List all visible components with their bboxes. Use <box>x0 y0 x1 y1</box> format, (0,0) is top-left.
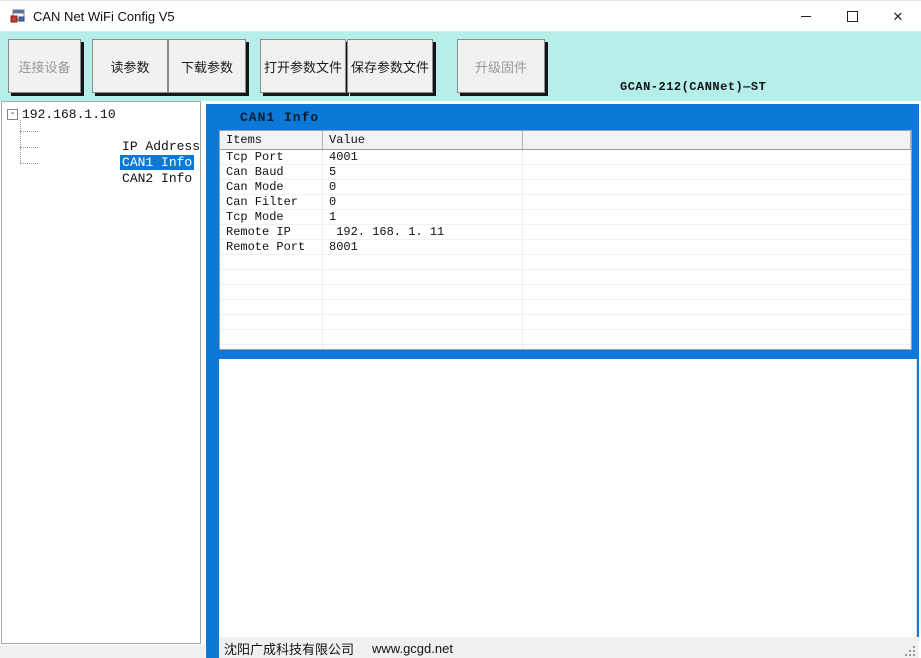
left-status-strip <box>0 645 205 658</box>
download-params-button[interactable]: 下载参数 <box>168 39 246 93</box>
table-row[interactable]: Tcp Mode 1 <box>220 210 911 225</box>
tree-item-ip-address-info[interactable]: IP Address Info <box>15 123 200 154</box>
table-row[interactable]: Tcp Port 4001 <box>220 150 911 165</box>
empty-table-row <box>220 285 911 300</box>
tree-item-can1-info[interactable]: CAN1 Info <box>15 139 200 170</box>
table-row[interactable]: Can Baud 5 <box>220 165 911 180</box>
status-website: www.gcgd.net <box>372 640 453 656</box>
empty-table-row <box>220 270 911 285</box>
empty-table-row <box>220 300 911 315</box>
connect-device-button[interactable]: 连接设备 <box>8 39 81 93</box>
empty-table-row <box>220 345 911 349</box>
upgrade-firmware-button[interactable]: 升级固件 <box>457 39 545 93</box>
window-title: CAN Net WiFi Config V5 <box>33 8 175 24</box>
window-controls: ✕ <box>783 1 921 31</box>
device-model: GCAN-212(CANNet)—ST <box>620 80 767 94</box>
table-row[interactable]: Can Mode 0 <box>220 180 911 195</box>
table-row[interactable]: Remote IP 192. 168. 1. 11 <box>220 225 911 240</box>
device-tree-panel: - 192.168.1.10 IP Address Info CAN1 Info… <box>1 101 201 644</box>
app-icon <box>10 9 25 23</box>
panel-title: CAN1 Info <box>240 110 320 125</box>
message-panel <box>219 359 917 637</box>
toolbar: 连接设备 读参数 下载参数 打开参数文件 保存参数文件 升级固件 GCAN-21… <box>0 32 921 184</box>
tree-root-device[interactable]: - 192.168.1.10 <box>7 106 200 122</box>
device-tree: - 192.168.1.10 IP Address Info CAN1 Info… <box>2 102 200 186</box>
table-row[interactable]: Remote Port 8001 <box>220 240 911 255</box>
empty-table-row <box>220 255 911 270</box>
listview-header: Items Value <box>220 131 911 150</box>
empty-table-row <box>220 330 911 345</box>
column-header-rest[interactable] <box>523 131 911 149</box>
maximize-icon <box>846 10 858 22</box>
open-params-file-button[interactable]: 打开参数文件 <box>260 39 346 93</box>
tree-item-can2-info[interactable]: CAN2 Info <box>15 155 200 186</box>
empty-table-row <box>220 315 911 330</box>
config-panel: CAN1 Info Items Value Tcp Port 4001 Can … <box>206 104 919 658</box>
collapse-icon[interactable]: - <box>7 108 18 120</box>
title-bar: CAN Net WiFi Config V5 ✕ <box>0 1 921 32</box>
maximize-button[interactable] <box>829 1 875 31</box>
save-params-file-button[interactable]: 保存参数文件 <box>347 39 433 93</box>
app-window: CAN Net WiFi Config V5 ✕ 连接设备 读参数 下载参数 打… <box>0 0 921 658</box>
close-button[interactable]: ✕ <box>875 1 921 31</box>
status-bar: 沈阳广成科技有限公司 www.gcgd.net <box>219 637 919 658</box>
tree-children: IP Address Info CAN1 Info CAN2 Info <box>15 120 200 186</box>
table-row[interactable]: Can Filter 0 <box>220 195 911 210</box>
column-header-value[interactable]: Value <box>323 131 523 149</box>
read-params-button[interactable]: 读参数 <box>92 39 168 93</box>
resize-grip[interactable] <box>905 645 916 656</box>
minimize-icon <box>801 15 811 17</box>
close-icon: ✕ <box>892 8 904 24</box>
tree-root-label[interactable]: 192.168.1.10 <box>22 107 116 122</box>
minimize-button[interactable] <box>783 1 829 31</box>
column-header-items[interactable]: Items <box>220 131 323 149</box>
status-company: 沈阳广成科技有限公司 <box>224 641 355 657</box>
params-listview: Items Value Tcp Port 4001 Can Baud 5 Can… <box>219 130 912 350</box>
